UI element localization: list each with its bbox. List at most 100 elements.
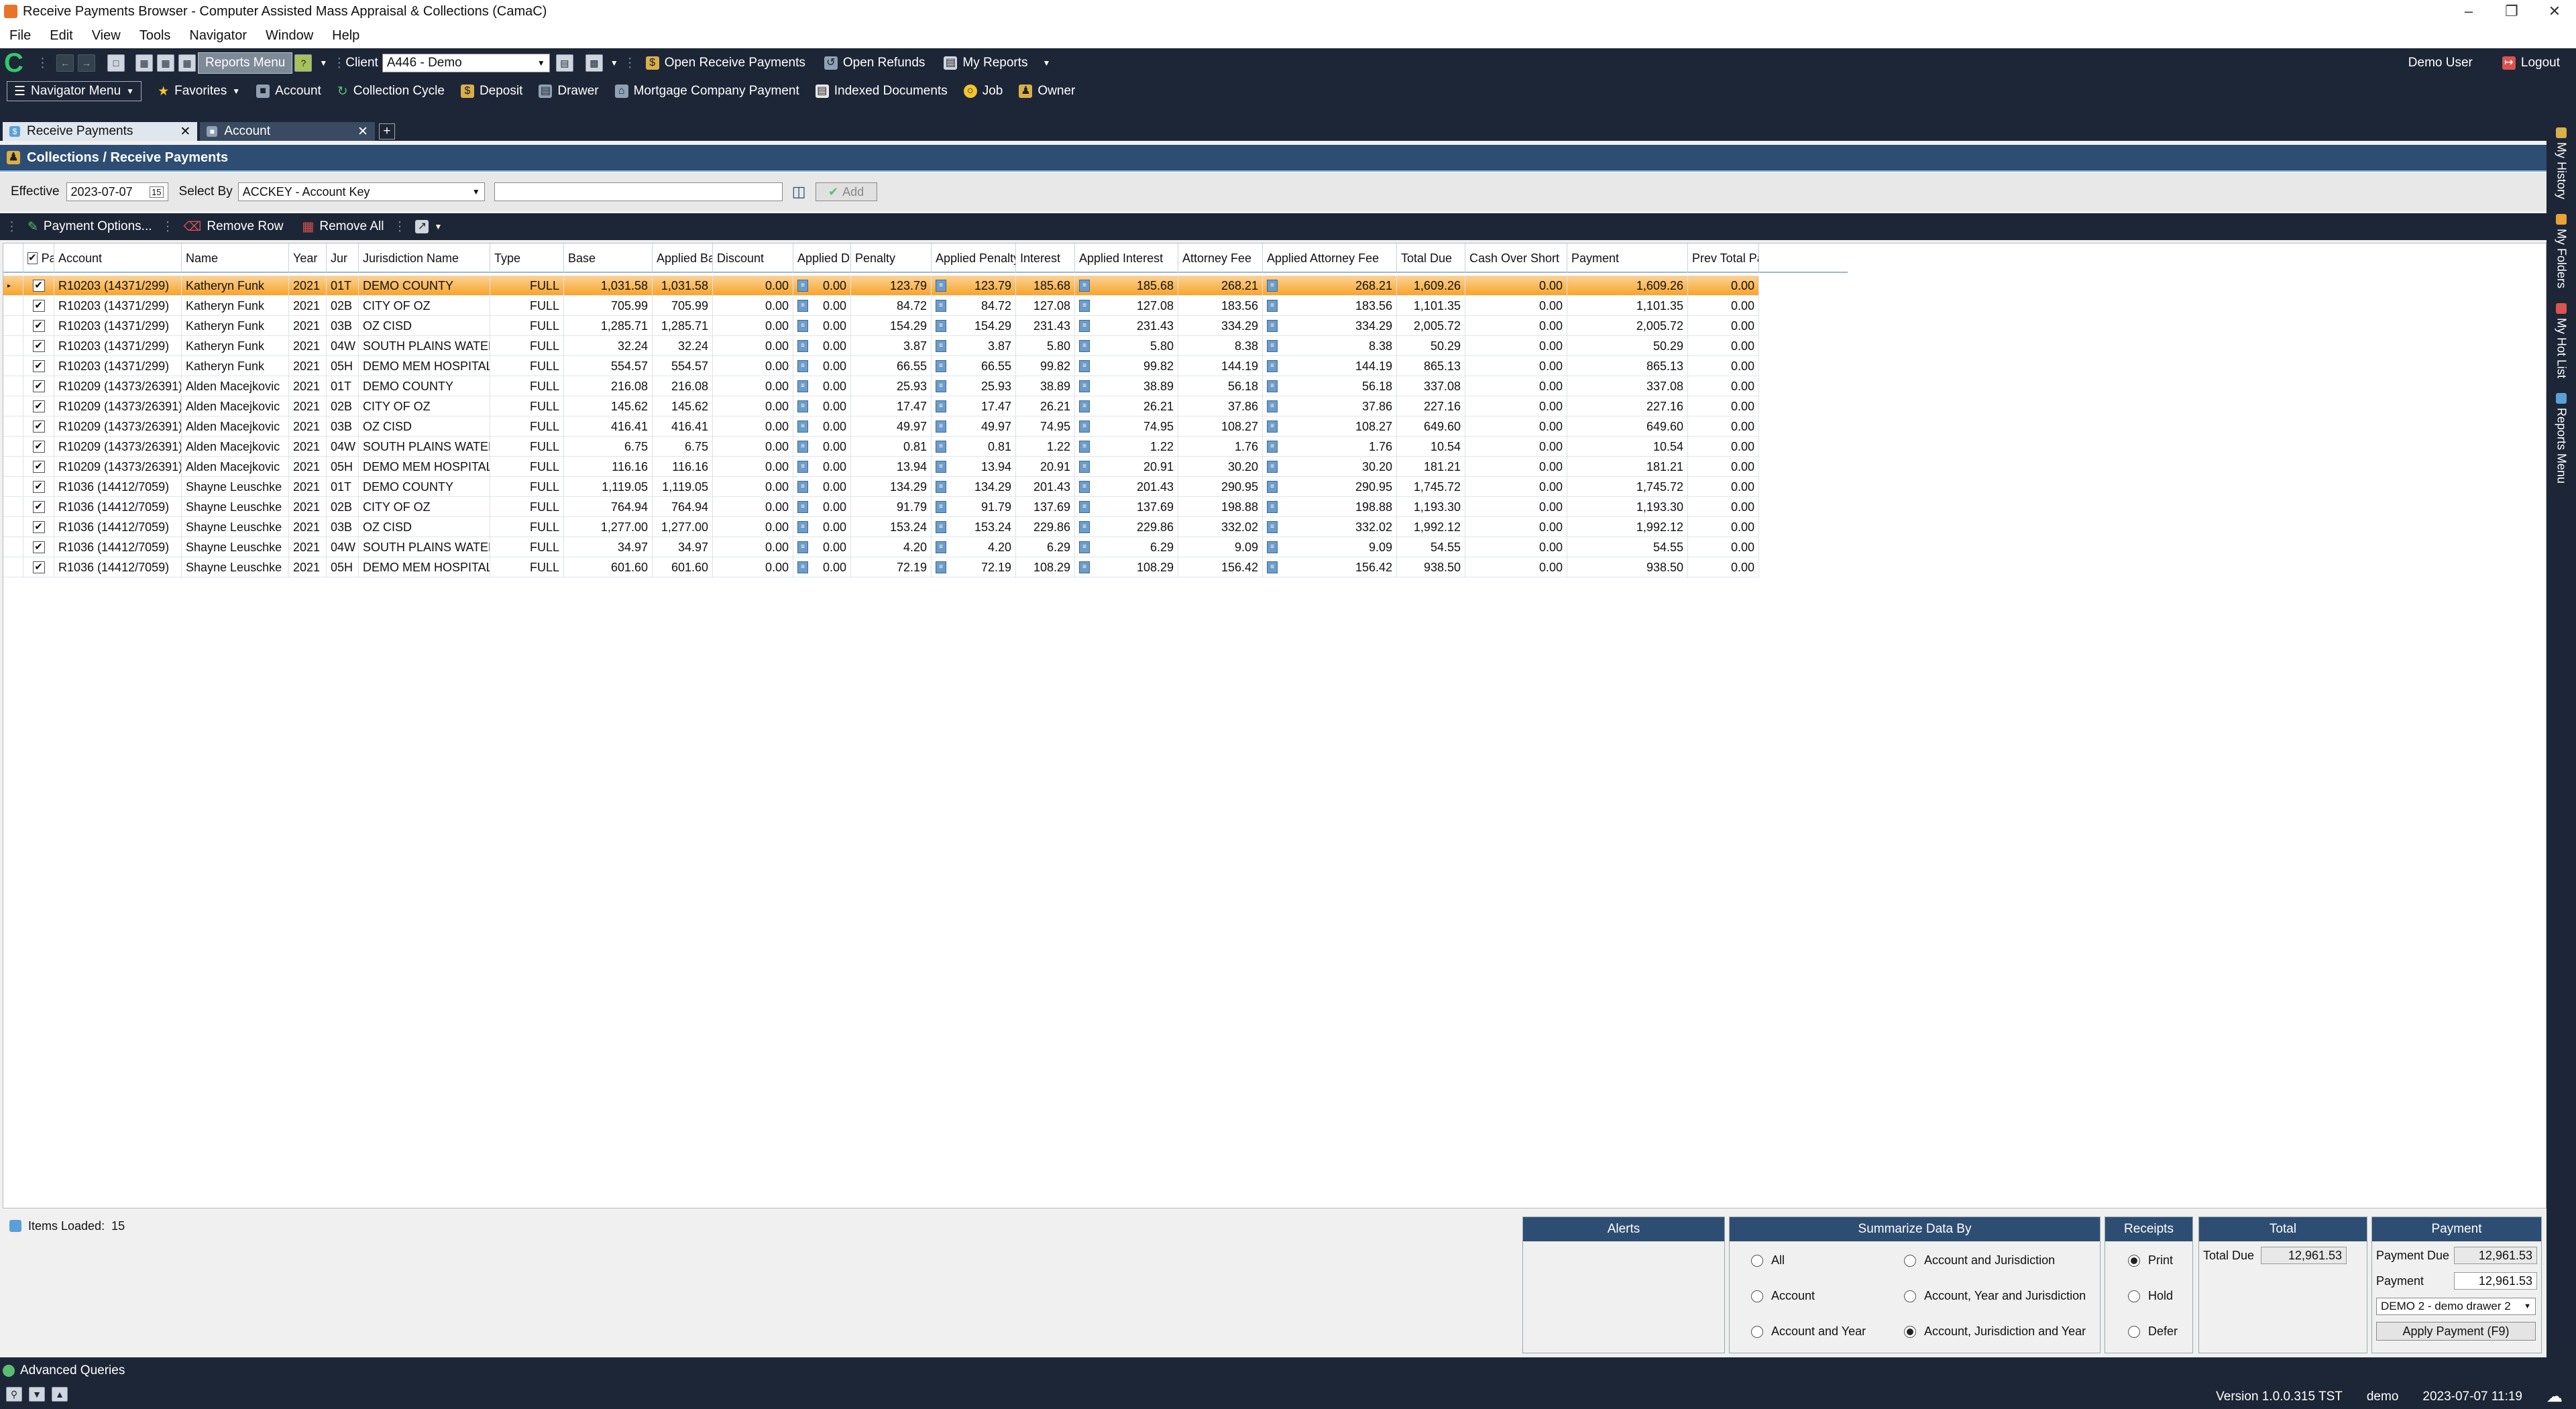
column-header[interactable]: Jur xyxy=(327,243,359,273)
menu-edit[interactable]: Edit xyxy=(40,28,82,44)
calculator-icon[interactable]: ≡ xyxy=(1079,461,1090,473)
column-header[interactable]: Account xyxy=(54,243,182,273)
drawer-select[interactable]: DEMO 2 - demo drawer 2 ▼ xyxy=(2376,1298,2536,1315)
menu-help[interactable]: Help xyxy=(323,28,369,44)
pay-checkbox[interactable]: ✔ xyxy=(32,521,45,533)
menu-navigator[interactable]: Navigator xyxy=(180,28,256,44)
column-header[interactable]: Applied Penalty xyxy=(932,243,1016,273)
table-row[interactable]: ✔ R10209 (14373/26391) Alden Macejkovic 202… xyxy=(3,457,1759,477)
calculator-icon[interactable]: ≡ xyxy=(797,481,808,493)
summarize-all-radio[interactable]: All xyxy=(1751,1253,1785,1267)
overflow-chevron-icon-2[interactable]: ▼ xyxy=(610,58,618,68)
client-document-icon[interactable]: ▤ xyxy=(555,54,573,72)
my-reports-button[interactable]: ▤ My Reports xyxy=(934,52,1037,74)
calculator-icon[interactable]: ≡ xyxy=(1079,420,1090,433)
reports-menu-button[interactable]: Reports Menu xyxy=(198,52,293,74)
calculator-icon[interactable]: ≡ xyxy=(797,541,808,553)
calculator-icon[interactable]: ≡ xyxy=(1267,541,1278,553)
client-select[interactable]: A446 - Demo ▼ xyxy=(382,54,550,72)
calculator-icon[interactable]: ≡ xyxy=(797,461,808,473)
calculator-icon[interactable]: ≡ xyxy=(936,280,946,292)
calculator-icon[interactable]: ≡ xyxy=(797,400,808,412)
select-by-dropdown[interactable]: ACCKEY - Account Key ▼ xyxy=(237,182,485,201)
new-document-icon[interactable]: □ xyxy=(107,54,125,72)
table-row[interactable]: ✔ R1036 (14412/7059) Shayne Leuschke 2021 04… xyxy=(3,537,1759,557)
calculator-icon[interactable]: ≡ xyxy=(936,400,946,412)
search-icon[interactable]: ⚲ xyxy=(6,1387,22,1402)
pay-checkbox[interactable]: ✔ xyxy=(32,441,45,453)
my-hot-list-tab[interactable]: My Hot List xyxy=(2555,303,2569,378)
summarize-account-year-jurisdiction-radio[interactable]: Account, Year and Jurisdiction xyxy=(1904,1289,2086,1303)
calculator-icon[interactable]: ≡ xyxy=(936,360,946,372)
menu-file[interactable]: File xyxy=(0,28,40,44)
column-header[interactable]: Penalty xyxy=(851,243,932,273)
column-header[interactable]: Attorney Fee xyxy=(1178,243,1263,273)
nav-owner[interactable]: ♟ Owner xyxy=(1011,80,1083,102)
calculator-icon[interactable]: ≡ xyxy=(1267,501,1278,513)
calculator-icon[interactable]: ≡ xyxy=(1079,360,1090,372)
minimize-button[interactable]: – xyxy=(2447,3,2490,20)
nav-job[interactable]: ○ Job xyxy=(956,80,1011,102)
table-row[interactable]: ✔ R10203 (14371/299) Katheryn Funk 2021 04W S… xyxy=(3,336,1759,356)
calculator-icon[interactable]: ≡ xyxy=(1267,340,1278,352)
pay-checkbox[interactable]: ✔ xyxy=(32,501,45,513)
summarize-account-year-radio[interactable]: Account and Year xyxy=(1751,1325,1866,1339)
calendar-icon[interactable]: 15 xyxy=(150,186,164,198)
calculator-icon[interactable]: ≡ xyxy=(936,461,946,473)
table-row[interactable]: ✔ R10209 (14373/26391) Alden Macejkovic 202… xyxy=(3,416,1759,437)
menu-tools[interactable]: Tools xyxy=(130,28,180,44)
calculator-icon[interactable]: ≡ xyxy=(1267,320,1278,332)
calculator-icon[interactable]: ≡ xyxy=(1267,420,1278,433)
table-row[interactable]: ▸ ✔ R10203 (14371/299) Katheryn Funk 2021 01T… xyxy=(3,276,1759,296)
receipt-hold-radio[interactable]: Hold xyxy=(2128,1289,2173,1303)
calculator-icon[interactable]: ≡ xyxy=(936,380,946,392)
nav-indexed-documents[interactable]: ▤ Indexed Documents xyxy=(807,80,956,102)
calculator-icon[interactable]: ≡ xyxy=(936,481,946,493)
calculator-icon[interactable]: ≡ xyxy=(936,441,946,453)
binoculars-icon[interactable]: ◫ xyxy=(792,183,806,201)
logout-button[interactable]: ↦ Logout xyxy=(2493,52,2569,74)
table-row[interactable]: ✔ R10209 (14373/26391) Alden Macejkovic 202… xyxy=(3,437,1759,457)
overflow-chevron-icon-3[interactable]: ▼ xyxy=(1043,58,1051,68)
pay-checkbox[interactable]: ✔ xyxy=(32,380,45,392)
summarize-account-jurisdiction-radio[interactable]: Account and Jurisdiction xyxy=(1904,1253,2055,1267)
calculator-icon[interactable]: ≡ xyxy=(936,541,946,553)
payment-options-button[interactable]: ✎ Payment Options... xyxy=(18,219,162,235)
column-header[interactable]: Prev Total Paid xyxy=(1688,243,1759,273)
report-icon-3[interactable]: ▦ xyxy=(178,54,196,72)
table-row[interactable]: ✔ R10203 (14371/299) Katheryn Funk 2021 02B C… xyxy=(3,296,1759,316)
collapse-down-icon[interactable]: ▼ xyxy=(29,1387,45,1402)
calculator-icon[interactable]: ≡ xyxy=(936,501,946,513)
summarize-account-radio[interactable]: Account xyxy=(1751,1289,1815,1303)
calculator-icon[interactable]: ≡ xyxy=(797,280,808,292)
pay-checkbox[interactable]: ✔ xyxy=(32,420,45,433)
close-tab-icon[interactable]: ✕ xyxy=(357,124,368,139)
pay-checkbox[interactable]: ✔ xyxy=(32,300,45,312)
report-icon-2[interactable]: ▦ xyxy=(157,54,174,72)
calculator-icon[interactable]: ≡ xyxy=(1267,441,1278,453)
pay-checkbox[interactable]: ✔ xyxy=(32,360,45,372)
table-row[interactable]: ✔ R1036 (14412/7059) Shayne Leuschke 2021 01… xyxy=(3,477,1759,497)
column-header[interactable]: Base xyxy=(564,243,653,273)
new-tab-button[interactable]: + xyxy=(378,123,395,139)
calculator-icon[interactable]: ≡ xyxy=(797,380,808,392)
calculator-icon[interactable]: ≡ xyxy=(797,441,808,453)
nav-mortgage-company-payment[interactable]: ⌂ Mortgage Company Payment xyxy=(607,80,807,102)
calculator-icon[interactable]: ≡ xyxy=(1079,541,1090,553)
nav-deposit[interactable]: $ Deposit xyxy=(453,80,530,102)
column-header[interactable]: Applied Interest xyxy=(1075,243,1178,273)
overflow-chevron-icon[interactable]: ▼ xyxy=(319,58,327,68)
reports-menu-tab[interactable]: Reports Menu xyxy=(2555,393,2569,484)
calculator-icon[interactable]: ≡ xyxy=(936,320,946,332)
pay-checkbox[interactable]: ✔ xyxy=(32,561,45,573)
search-input[interactable] xyxy=(494,182,783,201)
calculator-icon[interactable]: ≡ xyxy=(797,501,808,513)
calculator-icon[interactable]: ≡ xyxy=(1267,280,1278,292)
tab-account[interactable]: ■ Account ✕ xyxy=(200,122,375,141)
calculator-icon[interactable]: ≡ xyxy=(1267,400,1278,412)
navigator-menu-button[interactable]: ☰ Navigator Menu ▼ xyxy=(7,81,142,101)
payment-amount-input[interactable]: 12,961.53 xyxy=(2454,1272,2537,1290)
column-header[interactable]: Name xyxy=(182,243,289,273)
table-row[interactable]: ✔ R1036 (14412/7059) Shayne Leuschke 2021 05… xyxy=(3,557,1759,577)
nav-account[interactable]: ■ Account xyxy=(248,80,329,102)
